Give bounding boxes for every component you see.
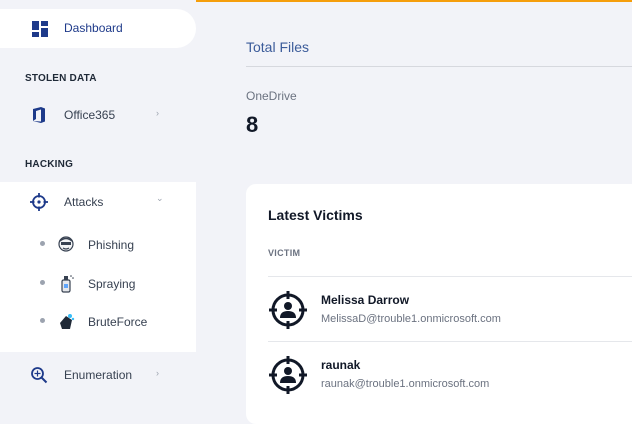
sidebar-item-label: Phishing	[88, 238, 135, 252]
sidebar-subitem-phishing[interactable]: Phishing	[0, 230, 196, 260]
sidebar-subitem-spraying[interactable]: Spraying	[0, 269, 196, 299]
spray-can-icon	[61, 275, 74, 293]
chevron-down-icon: ⌄	[156, 193, 164, 203]
divider	[268, 341, 632, 342]
phishing-icon	[58, 236, 74, 252]
latest-victims-card: Latest Victims VICTIM Melissa Darrow Mel…	[246, 184, 632, 424]
crosshair-icon	[30, 193, 48, 211]
sidebar-item-enumeration[interactable]: Enumeration ›	[0, 359, 196, 391]
card-title: Latest Victims	[268, 207, 363, 223]
bruteforce-icon	[60, 314, 75, 329]
chevron-right-icon: ›	[156, 108, 159, 118]
total-files-title: Total Files	[246, 39, 310, 55]
onedrive-label: OneDrive	[246, 89, 297, 103]
sidebar-item-label: BruteForce	[88, 315, 148, 329]
table-row[interactable]: raunak raunak@trouble1.onmicrosoft.com	[246, 355, 632, 415]
victim-email: raunak@trouble1.onmicrosoft.com	[321, 378, 490, 390]
victim-email: MelissaD@trouble1.onmicrosoft.com	[321, 313, 501, 325]
sidebar-item-attacks[interactable]: Attacks ⌄	[0, 186, 196, 218]
dashboard-icon	[32, 21, 48, 37]
sidebar-item-dashboard[interactable]: Dashboard	[0, 9, 196, 48]
sidebar-subitem-bruteforce[interactable]: BruteForce	[0, 307, 196, 337]
sidebar-item-label: Office365	[64, 108, 116, 122]
attacks-submenu: Attacks ⌄ Phishing Spraying BruteForce	[0, 182, 196, 352]
section-heading-hacking: HACKING	[25, 159, 74, 170]
sidebar-item-label: Spraying	[88, 277, 136, 291]
bullet-dot	[40, 241, 45, 246]
divider	[268, 276, 632, 277]
victim-name: raunak	[321, 358, 361, 372]
sidebar-item-label: Dashboard	[64, 21, 123, 35]
column-header-victim: VICTIM	[268, 248, 301, 258]
office-icon	[33, 107, 45, 123]
onedrive-count: 8	[246, 112, 259, 137]
bullet-dot	[40, 280, 45, 285]
sidebar-item-label: Attacks	[64, 195, 104, 209]
top-accent-bar	[196, 0, 632, 5]
victim-target-icon	[269, 291, 307, 329]
divider	[246, 66, 632, 67]
victim-name: Melissa Darrow	[321, 293, 410, 307]
sidebar-item-office365[interactable]: Office365 ›	[0, 99, 196, 131]
sidebar-item-label: Enumeration	[64, 368, 133, 382]
magnifier-icon	[31, 367, 48, 384]
chevron-right-icon: ›	[156, 368, 159, 378]
bullet-dot	[40, 318, 45, 323]
section-heading-stolen-data: STOLEN DATA	[25, 73, 97, 84]
sidebar: Dashboard STOLEN DATA Office365 › HACKIN…	[0, 0, 196, 414]
victim-target-icon	[269, 356, 307, 394]
